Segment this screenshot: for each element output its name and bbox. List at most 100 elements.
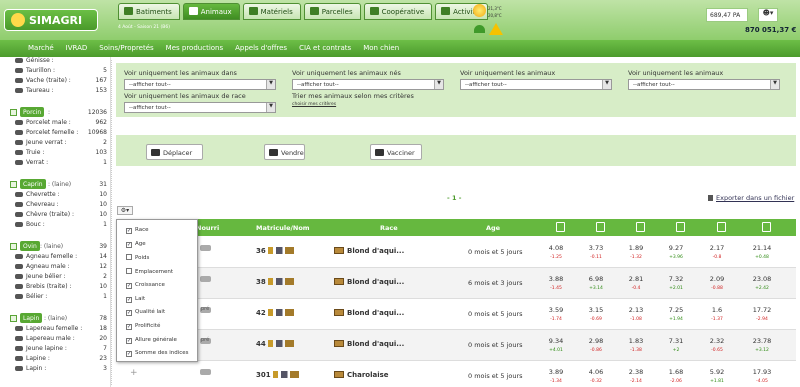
col-croissance-icon[interactable] [556, 222, 565, 232]
option-checkbox[interactable]: ✓ [126, 282, 132, 289]
column-option[interactable]: ✓ Croissance [126, 282, 165, 291]
option-checkbox[interactable] [126, 254, 132, 261]
tab-coopérative[interactable]: Coopérative [363, 3, 433, 20]
column-option[interactable]: ✓ Qualité lait [126, 309, 165, 318]
table-row[interactable]: pré 42 Blond d'aqui... 0 mois et 5 jours 3.5… [116, 299, 796, 330]
sidebar-animal-row[interactable]: Bouc : 1 [10, 220, 107, 230]
menu-item[interactable]: Soins/Propretés [93, 40, 159, 57]
table-row[interactable]: 38 Blond d'aqui... 6 mois et 3 jours 3.88 -1… [116, 268, 796, 299]
option-checkbox[interactable]: ✓ [126, 296, 132, 303]
col-lait-icon[interactable] [596, 222, 605, 232]
export-icon[interactable] [708, 195, 713, 201]
col-race[interactable]: Race [380, 224, 398, 232]
table-row[interactable]: 36 Blond d'aqui... 0 mois et 5 jours 4.08 -1… [116, 237, 796, 268]
col-nourri[interactable]: Nourri [196, 224, 219, 232]
user-menu-icon[interactable]: ☻▾ [758, 8, 778, 22]
col-prolificite-icon[interactable] [676, 222, 685, 232]
menu-item[interactable]: Marché [22, 40, 60, 57]
tab-batiments[interactable]: Batiments [118, 3, 180, 20]
filter-select-born[interactable]: --afficher tout-- ▼ [292, 79, 444, 90]
sidebar-animal-row[interactable]: Taurillon : 5 [10, 66, 107, 76]
sidebar-category[interactable]: Caprin: (laine) 31 [10, 179, 107, 190]
table-row[interactable]: +301 Charolaise 0 mois et 5 jours 3.89 -1.34… [116, 361, 796, 387]
sidebar-animal-row[interactable]: Truie : 103 [10, 148, 107, 158]
app-logo[interactable]: SIMAGRI [4, 9, 98, 31]
column-option[interactable]: ✓ Lait [126, 296, 145, 305]
filter-select-race[interactable]: --afficher tout-- ▼ [124, 102, 276, 113]
sidebar-animal-row[interactable]: Chevrette : 10 [10, 190, 107, 200]
option-checkbox[interactable]: ✓ [126, 228, 132, 234]
sidebar-category[interactable]: Lapin: (laine) 78 [10, 313, 107, 324]
filter-select-4[interactable]: --afficher tout-- ▼ [628, 79, 780, 90]
option-checkbox[interactable]: ✓ [126, 241, 132, 248]
vaccinate-button[interactable]: Vacciner [370, 144, 422, 160]
sidebar-animal-row[interactable]: Porcelet femelle : 10968 [10, 128, 107, 138]
tab-matériels[interactable]: Matériels [242, 3, 301, 20]
pagination[interactable]: - 1 - [447, 194, 461, 202]
option-checkbox[interactable]: ✓ [126, 310, 132, 317]
column-option[interactable]: Emplacement [126, 268, 173, 277]
matricule[interactable]: 44 [256, 340, 294, 348]
sidebar-animal-row[interactable]: Chèvre (traite) : 10 [10, 210, 107, 220]
category-checkbox[interactable] [10, 315, 17, 322]
option-checkbox[interactable] [126, 268, 132, 275]
category-checkbox[interactable] [10, 109, 17, 116]
sidebar-animal-row[interactable]: Bélier : 1 [10, 292, 107, 302]
column-option[interactable]: ✓ Allure générale [126, 337, 177, 346]
col-somme-icon[interactable] [762, 222, 771, 232]
table-row[interactable]: pré 44 Blond d'aqui... 0 mois et 5 jours 9.3… [116, 330, 796, 361]
sidebar-animal-row[interactable]: Agneau femelle : 14 [10, 252, 107, 262]
matricule[interactable]: 301 [256, 371, 299, 379]
option-checkbox[interactable]: ✓ [126, 323, 132, 330]
sidebar-animal-row[interactable]: Jeune verrat : 2 [10, 138, 107, 148]
sidebar-category[interactable]: Porcin: 12036 [10, 107, 107, 118]
sidebar-animal-row[interactable]: Lapereau male : 20 [10, 334, 107, 344]
filter-select-3[interactable]: --afficher tout-- ▼ [460, 79, 612, 90]
filter-select-location[interactable]: --afficher tout-- ▼ [124, 79, 276, 90]
matricule[interactable]: 38 [256, 278, 294, 286]
sidebar-animal-row[interactable]: Lapin : 3 [10, 364, 107, 374]
warning-icon[interactable] [489, 23, 503, 35]
sidebar-animal-row[interactable]: Taureau : 153 [10, 86, 107, 96]
sidebar-animal-row[interactable]: Génisse : [10, 57, 107, 66]
option-checkbox[interactable]: ✓ [126, 351, 132, 358]
tab-animaux[interactable]: Animaux [182, 3, 240, 20]
column-settings-button[interactable]: ⚙▾ [117, 206, 133, 215]
menu-item[interactable]: CIA et contrats [293, 40, 357, 57]
menu-item[interactable]: Mon chien [357, 40, 405, 57]
column-option[interactable]: Poids [126, 254, 149, 263]
sidebar-animal-row[interactable]: Vache (traite) : 167 [10, 76, 107, 86]
sidebar-animal-row[interactable]: Brebis (traite) : 10 [10, 282, 107, 292]
category-checkbox[interactable] [10, 243, 17, 250]
sidebar-animal-row[interactable]: Agneau male : 12 [10, 262, 107, 272]
column-option[interactable]: ✓ Race [126, 227, 148, 236]
category-checkbox[interactable] [10, 181, 17, 188]
col-allure-icon[interactable] [717, 222, 726, 232]
sidebar-animal-row[interactable]: Porcelet male : 962 [10, 118, 107, 128]
sidebar-animal-row[interactable]: Lapereau femelle : 18 [10, 324, 107, 334]
move-button[interactable]: Déplacer [146, 144, 203, 160]
col-qualite-lait-icon[interactable] [636, 222, 645, 232]
sidebar-scrollbar[interactable] [111, 60, 114, 385]
column-option[interactable]: ✓ Somme des indices [126, 350, 189, 359]
matricule[interactable]: 42 [256, 309, 294, 317]
column-option[interactable]: ✓ Prolificité [126, 323, 160, 332]
sidebar-animal-row[interactable]: Jeune lapine : 7 [10, 344, 107, 354]
col-matricule[interactable]: Matricule/Nom [256, 224, 310, 232]
column-option[interactable]: ✓ Age [126, 241, 146, 250]
sidebar-animal-row[interactable]: Jeune bélier : 2 [10, 272, 107, 282]
option-checkbox[interactable]: ✓ [126, 337, 132, 344]
sidebar-category[interactable]: Ovin: (laine) 39 [10, 241, 107, 252]
export-link[interactable]: Exporter dans un fichier [716, 194, 794, 202]
menu-item[interactable]: Appels d'offres [229, 40, 293, 57]
add-icon[interactable]: + [130, 368, 138, 378]
col-age[interactable]: Age [486, 224, 500, 232]
sell-button[interactable]: Vendre [264, 144, 305, 160]
sidebar-animal-row[interactable]: Chevreau : 10 [10, 200, 107, 210]
menu-item[interactable]: IVRAD [60, 40, 94, 57]
sidebar-animal-row[interactable]: Lapine : 23 [10, 354, 107, 364]
choose-criteria-link[interactable]: choisir mes critères [292, 102, 336, 107]
menu-item[interactable]: Mes productions [160, 40, 229, 57]
sidebar-animal-row[interactable]: Verrat : 1 [10, 158, 107, 168]
matricule[interactable]: 36 [256, 247, 294, 255]
